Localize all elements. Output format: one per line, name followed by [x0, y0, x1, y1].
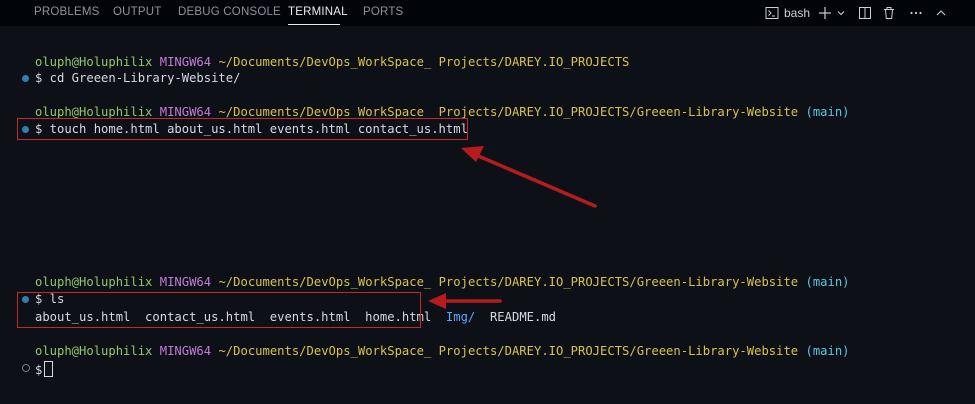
arrow-to-touch	[461, 146, 597, 208]
arrow-to-ls	[428, 293, 502, 309]
annotation-arrows	[428, 146, 597, 309]
